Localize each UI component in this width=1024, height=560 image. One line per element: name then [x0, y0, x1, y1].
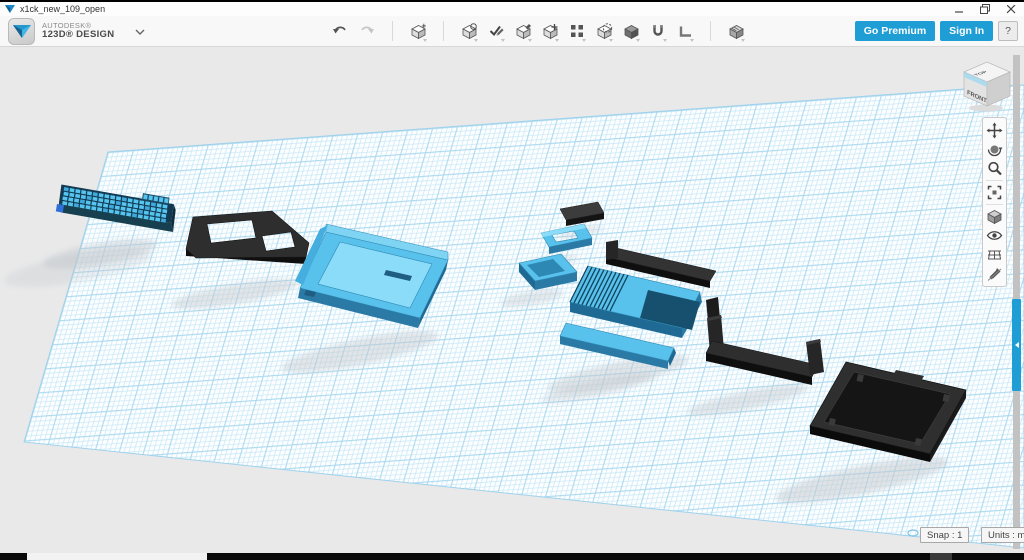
maximize-button[interactable]: [972, 2, 998, 16]
shading-icon[interactable]: [984, 207, 1005, 226]
brand-text: AUTODESK® 123D® DESIGN: [42, 22, 114, 40]
undo-icon[interactable]: [330, 20, 350, 42]
zoom-icon[interactable]: [984, 159, 1005, 178]
os-taskbar[interactable]: [0, 553, 1024, 560]
chevron-down-icon[interactable]: [135, 22, 145, 40]
redo-icon[interactable]: [357, 20, 377, 42]
window-controls: [946, 2, 1024, 16]
orbit-icon[interactable]: [984, 140, 1005, 159]
app-menu[interactable]: AUTODESK® 123D® DESIGN: [0, 18, 330, 45]
sign-in-button[interactable]: Sign In: [940, 21, 993, 41]
sketch-icon[interactable]: [486, 20, 506, 42]
window-title: x1ck_new_109_open: [20, 4, 105, 14]
snap-setting[interactable]: Snap : 1: [920, 527, 969, 543]
material-icon[interactable]: [726, 20, 746, 42]
grid-icon[interactable]: [984, 245, 1005, 264]
svg-text:+: +: [421, 23, 426, 31]
close-button[interactable]: [998, 2, 1024, 16]
pan-icon[interactable]: [984, 121, 1005, 140]
nav-separator: [986, 204, 1003, 205]
scene-3d[interactable]: [0, 47, 1024, 553]
titlebar[interactable]: x1ck_new_109_open: [0, 2, 1024, 16]
grouping-icon[interactable]: [594, 20, 614, 42]
view-cube[interactable]: TOP FRONT: [956, 55, 1020, 115]
ruler-icon[interactable]: [675, 20, 695, 42]
snap-icon[interactable]: [648, 20, 668, 42]
arrow-left-icon: [1015, 342, 1019, 348]
brand-line2: 123D® DESIGN: [42, 30, 114, 40]
taskbar-tray-segment[interactable]: [930, 553, 952, 560]
modify-icon[interactable]: [540, 20, 560, 42]
go-premium-button[interactable]: Go Premium: [855, 21, 935, 41]
viewport[interactable]: TOP FRONT Snap : 1 Units : mm: [0, 47, 1024, 553]
pattern-icon[interactable]: [567, 20, 587, 42]
primitives-icon[interactable]: [459, 20, 479, 42]
paint-icon[interactable]: [984, 264, 1005, 283]
visibility-icon[interactable]: [984, 226, 1005, 245]
fit-icon[interactable]: [984, 183, 1005, 202]
toolbar-separator: [392, 21, 393, 41]
toolbar-separator: [710, 21, 711, 41]
account-area: Go Premium Sign In ?: [855, 21, 1024, 41]
help-button[interactable]: ?: [998, 21, 1018, 41]
app-logo-icon: [8, 18, 35, 45]
app-window: x1ck_new_109_open AUTODESK® 123D® DESIGN…: [0, 0, 1024, 560]
toolbar-separator: [443, 21, 444, 41]
nav-separator: [986, 180, 1003, 181]
combine-icon[interactable]: [621, 20, 641, 42]
construct-icon[interactable]: [513, 20, 533, 42]
main-toolbar: AUTODESK® 123D® DESIGN + Go Premium Sign…: [0, 16, 1024, 47]
units-setting[interactable]: Units : mm: [981, 527, 1024, 543]
minimize-button[interactable]: [946, 2, 972, 16]
side-panel-handle[interactable]: [1012, 299, 1021, 391]
autodesk-logo-icon: [5, 5, 15, 14]
tool-icons: +: [330, 20, 746, 42]
navigation-toolbar: [982, 117, 1007, 287]
insert-icon[interactable]: +: [408, 20, 428, 42]
taskbar-app-segment[interactable]: [27, 553, 207, 560]
